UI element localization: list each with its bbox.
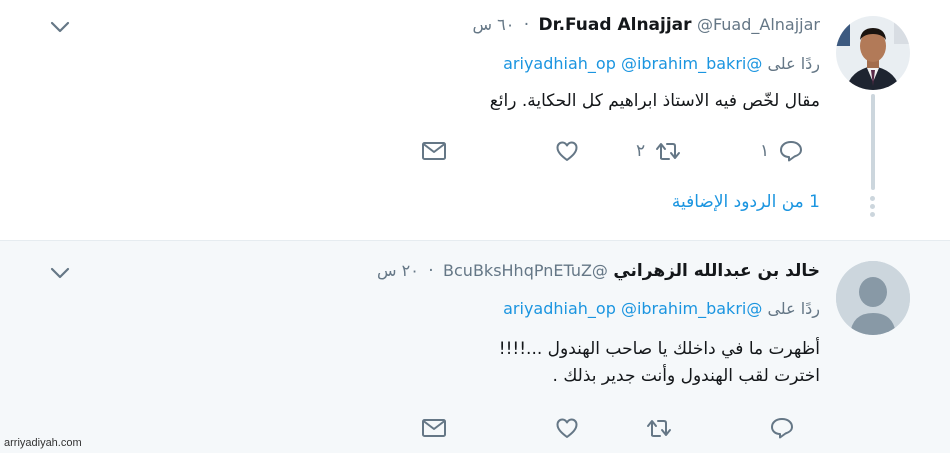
direct-message-button[interactable] <box>421 136 447 166</box>
avatar-default[interactable] <box>836 261 910 335</box>
author-handle[interactable]: @BcuBksHhqPnETuZ <box>443 261 608 280</box>
retweet-count: ٢ <box>636 141 646 161</box>
reply-count: ١ <box>760 141 770 161</box>
tweet-text: أظهرت ما في داخلك يا صاحب الهندول ...!!!… <box>499 336 820 390</box>
like-button[interactable] <box>545 413 579 443</box>
retweet-icon <box>647 420 671 437</box>
watermark: arriyadiyah.com <box>4 437 82 449</box>
avatar-fuad[interactable] <box>836 16 910 90</box>
tweet-actions: ١ ٢ <box>0 136 950 166</box>
reply-button[interactable] <box>760 413 794 443</box>
heart-icon <box>556 141 578 161</box>
like-button[interactable] <box>545 136 579 166</box>
mention-link[interactable]: @ibrahim_bakri <box>621 299 746 318</box>
heart-icon <box>556 418 578 438</box>
retweet-button[interactable] <box>636 413 672 443</box>
direct-message-button[interactable] <box>421 413 447 443</box>
tweet-text: مقال لخّص فيه الاستاذ ابراهيم كل الحكاية… <box>490 88 820 115</box>
tweet-text-line: اخترت لقب الهندول وأنت جدير بذلك . <box>552 366 820 386</box>
tweet-time[interactable]: ٢٠ س <box>377 261 419 280</box>
tweet-1[interactable]: Dr.Fuad Alnajjar @Fuad_Alnajjar · ٦٠ س ر… <box>0 0 950 240</box>
envelope-icon <box>422 142 446 160</box>
author-name[interactable]: خالد بن عبدالله الزهراني <box>613 261 820 281</box>
separator-dot: · <box>523 15 530 35</box>
tweet-time[interactable]: ٦٠ س <box>472 15 514 34</box>
envelope-icon <box>422 419 446 437</box>
reply-button[interactable]: ١ <box>760 136 803 166</box>
chevron-down-icon[interactable] <box>50 266 70 280</box>
replying-to-label: ردًا على <box>767 54 820 73</box>
tweet-header: Dr.Fuad Alnajjar @Fuad_Alnajjar · ٦٠ س <box>472 15 820 35</box>
author-handle[interactable]: @Fuad_Alnajjar <box>697 15 820 34</box>
more-replies-link[interactable]: 1 من الردود الإضافية <box>672 192 820 212</box>
mention-link[interactable]: @ibrahim_bakri <box>621 54 746 73</box>
thread-more-dots[interactable] <box>870 196 876 220</box>
replying-to-label: ردًا على <box>767 299 820 318</box>
replying-to: ردًا على @ariyadhiah_op @ibrahim_bakri <box>503 299 820 318</box>
separator-dot: · <box>428 261 434 281</box>
author-name[interactable]: Dr.Fuad Alnajjar <box>539 15 692 35</box>
tweet-actions <box>0 413 950 443</box>
reply-bubble-icon <box>780 141 803 162</box>
chevron-down-icon[interactable] <box>50 20 70 34</box>
replying-to: ردًا على @ariyadhiah_op @ibrahim_bakri <box>503 54 820 73</box>
retweet-button[interactable]: ٢ <box>636 136 681 166</box>
tweet-header: خالد بن عبدالله الزهراني @BcuBksHhqPnETu… <box>377 261 820 281</box>
reply-bubble-icon <box>771 418 793 439</box>
tweet-text-line: مقال لخّص فيه الاستاذ ابراهيم كل الحكاية… <box>489 91 820 111</box>
tweet-text-line: أظهرت ما في داخلك يا صاحب الهندول ...!!!… <box>498 339 820 359</box>
retweet-icon <box>656 143 681 160</box>
tweet-2[interactable]: خالد بن عبدالله الزهراني @BcuBksHhqPnETu… <box>0 240 950 453</box>
